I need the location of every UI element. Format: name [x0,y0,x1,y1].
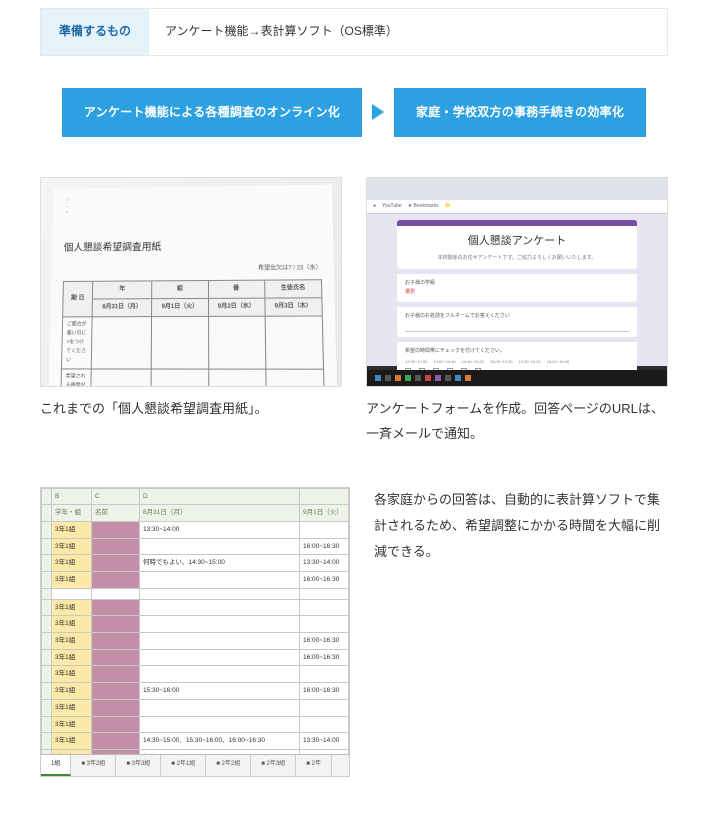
online-form-image: ●YouTube★ Bookmarks📁 個人懇談アンケート 本校関係のお任せア… [366,177,668,387]
form-desc: 本校関係のお任せアンケートです。ご協力よろしくお願いいたします。 [405,254,629,263]
flow-step-right: 家庭・学校双方の事務手続きの効率化 [394,88,646,138]
sheet-tabs: 1組■ 3年2組■ 3年3組■ 2年1組■ 2年2組■ 2年3組■ 2年 [41,754,349,776]
caption-paper: これまでの「個人懇談希望調査用紙」。 [40,397,342,422]
preparation-row: 準備するもの アンケート機能→表計算ソフト（OS標準） [40,8,668,56]
paper-form-image: ・・・ 個人懇談希望調査用紙 希望出欠は7 / 23（水） 期 日 年 組 番 … [40,177,342,387]
flow-arrow-icon [372,104,384,120]
spreadsheet-image: B C D 学年・組 名前 8月31日（月） 9月1日（火） 3年1組13:30… [40,487,350,777]
caption-form: アンケートフォームを作成。回答ページのURLは、一斉メールで通知。 [366,397,668,446]
preparation-value: アンケート機能→表計算ソフト（OS標準） [149,9,667,55]
flow-diagram: アンケート機能による各種調査のオンライン化 家庭・学校双方の事務手続きの効率化 [0,88,708,138]
paper-table: 期 日 年 組 番 生徒氏名 8月31日（月） 9月1日（火） 9月2日（水） … [60,280,326,387]
flow-step-left: アンケート機能による各種調査のオンライン化 [62,88,362,138]
form-title: 個人懇談アンケート [405,232,629,252]
paper-title: 個人懇談希望調査用紙 [63,237,321,257]
spreadsheet-caption: 各家庭からの回答は、自動的に表計算ソフトで集計されるため、希望調整にかかる時間を… [374,487,668,777]
paper-sub: 希望出欠は7 / 23（水） [63,263,322,276]
preparation-label: 準備するもの [41,9,149,55]
